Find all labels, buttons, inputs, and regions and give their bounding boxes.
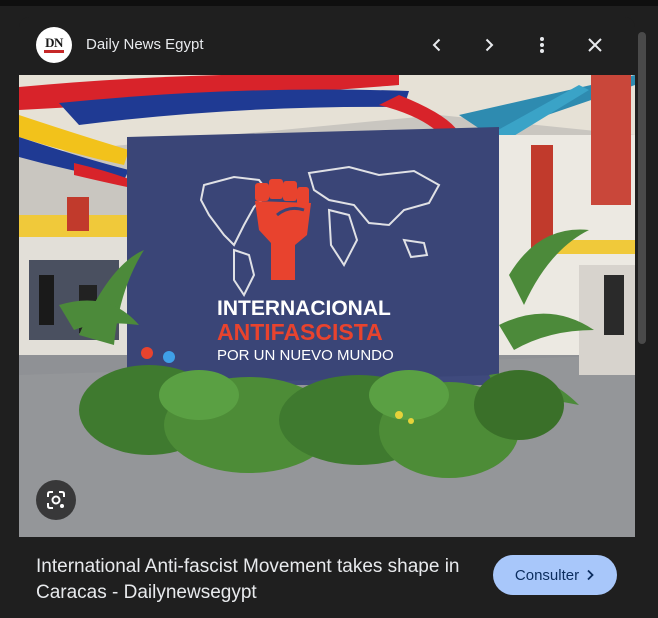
previous-button[interactable] (423, 31, 451, 59)
preview-image[interactable]: INTERNACIONAL ANTIFASCISTA POR UN NUEVO … (19, 75, 635, 537)
lens-icon (47, 491, 65, 509)
logo-bar (44, 50, 64, 53)
scrollbar-thumb[interactable] (638, 32, 646, 344)
visit-button[interactable]: Consulter (493, 555, 617, 595)
site-logo[interactable]: DN (36, 27, 72, 63)
chevron-right-icon (587, 569, 594, 581)
lens-search-button[interactable] (36, 480, 76, 520)
viewer-header: DN Daily News Egypt (19, 17, 635, 75)
visit-button-label: Consulter (514, 566, 580, 584)
chevron-right-icon (485, 38, 494, 52)
image-viewer-panel: DN Daily News Egypt INTERNACIONAL ANTIFA… (19, 17, 635, 618)
screen-line-1: INTERNACIONAL (217, 297, 391, 320)
next-button[interactable] (475, 31, 503, 59)
chevron-left-icon (432, 38, 441, 52)
image-caption[interactable]: International Anti-fascist Movement take… (36, 554, 476, 606)
more-options-button[interactable] (528, 31, 556, 59)
close-icon (588, 38, 602, 52)
site-name[interactable]: Daily News Egypt (86, 36, 204, 53)
led-screen: INTERNACIONAL ANTIFASCISTA POR UN NUEVO … (127, 127, 499, 385)
photo-scene: INTERNACIONAL ANTIFASCISTA POR UN NUEVO … (19, 75, 635, 537)
logo-text: DN (45, 35, 63, 50)
screen-line-2: ANTIFASCISTA (217, 319, 383, 345)
screen-line-3: POR UN NUEVO MUNDO (217, 347, 394, 364)
top-bar (0, 0, 658, 6)
more-vert-icon (540, 37, 544, 53)
close-button[interactable] (581, 31, 609, 59)
